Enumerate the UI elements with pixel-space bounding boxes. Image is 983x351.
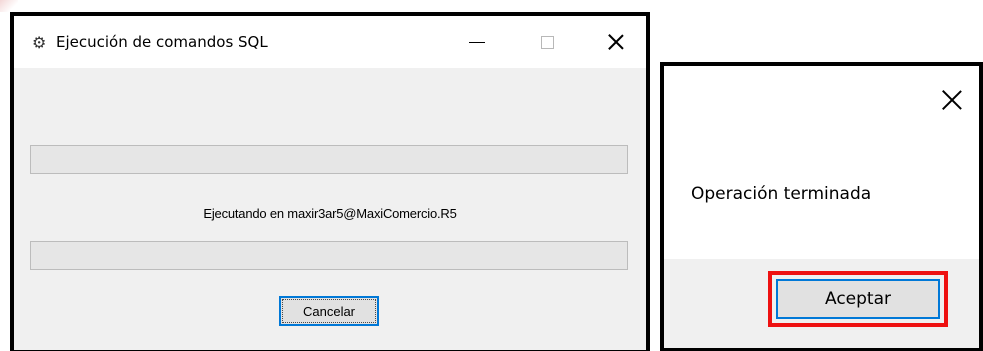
dialog-body: Operación terminada: [664, 66, 979, 259]
dialog-message: Operación terminada: [691, 184, 872, 204]
dialog-close-button[interactable]: [936, 84, 968, 116]
minimize-button[interactable]: [454, 22, 500, 62]
decorative-edge: [0, 0, 18, 12]
cancel-button-label: Cancelar: [302, 303, 356, 319]
close-icon: [942, 90, 962, 110]
execution-status-text: Ejecutando en maxir3ar5@MaxiComercio.R5: [203, 206, 457, 221]
screenshot-stage: ⚙ Ejecución de comandos SQL Ejecutando e…: [0, 0, 983, 351]
maximize-icon: [540, 35, 554, 49]
title-bar[interactable]: ⚙ Ejecución de comandos SQL: [14, 16, 646, 68]
progress-bar-bottom: [30, 241, 628, 270]
gear-icon: ⚙: [32, 33, 47, 52]
message-dialog: Operación terminada Aceptar: [660, 62, 983, 351]
close-button[interactable]: [593, 22, 639, 62]
accept-button[interactable]: Aceptar: [776, 279, 940, 319]
cancel-button[interactable]: Cancelar: [279, 296, 379, 326]
window-title: Ejecución de comandos SQL: [56, 33, 268, 51]
maximize-button: [524, 22, 570, 62]
sql-execution-window: ⚙ Ejecución de comandos SQL Ejecutando e…: [10, 12, 650, 351]
minimize-icon: [469, 41, 485, 43]
accept-button-label: Aceptar: [825, 289, 891, 309]
close-icon: [608, 34, 624, 50]
progress-bar-top: [30, 145, 628, 174]
